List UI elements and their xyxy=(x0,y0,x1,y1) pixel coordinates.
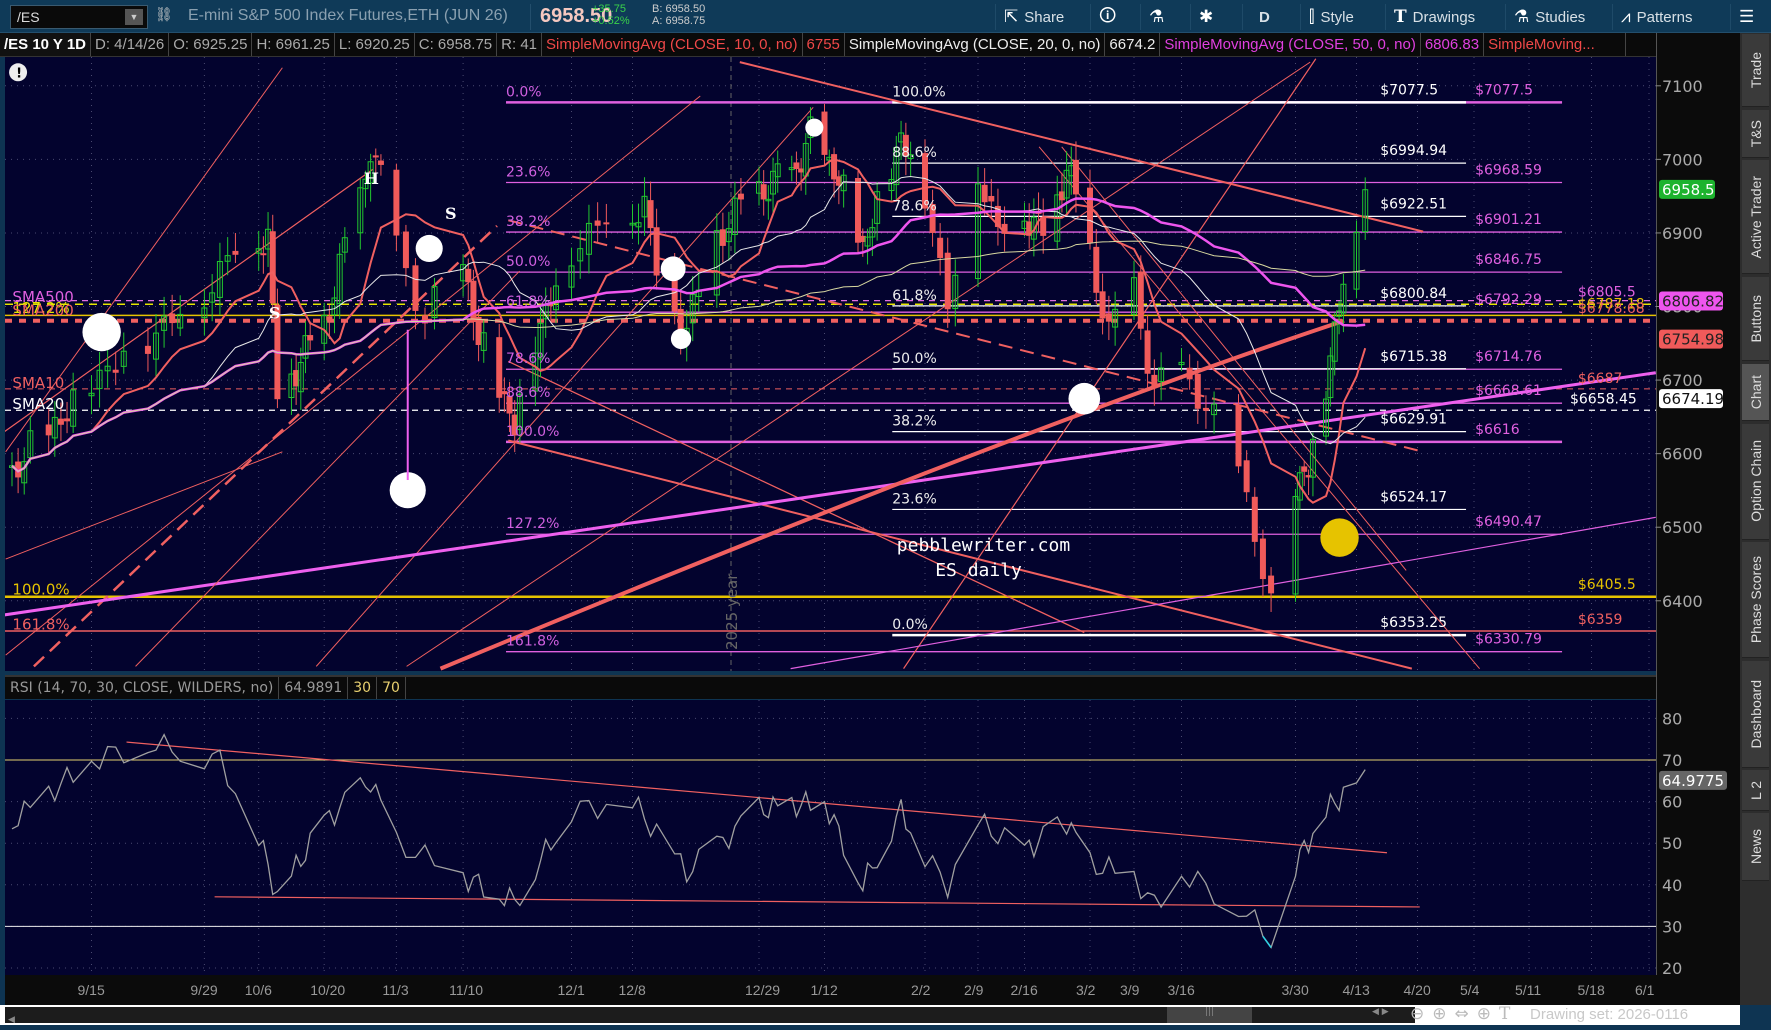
menu-button[interactable]: ☰ xyxy=(1730,4,1762,30)
settings-button[interactable]: ✱ xyxy=(1190,4,1221,30)
tab-label: Trade xyxy=(1747,52,1764,89)
sidebar-tabs: Trade T&S Active Trader Buttons Chart Option … xyxy=(1740,33,1771,1005)
info-icon: 🛈 xyxy=(1099,5,1117,25)
bid-value: B: 6958.50 xyxy=(652,3,706,15)
lab-button[interactable]: ⚗ xyxy=(1140,4,1172,30)
sidebar-tab-option-chain[interactable]: Option Chain xyxy=(1742,423,1769,540)
price-chart-pane[interactable] xyxy=(5,57,1656,671)
sma10-value: 6755 xyxy=(803,33,845,56)
gear-icon: ✱ xyxy=(1199,7,1214,26)
sidebar-tab-dashboard[interactable]: Dashboard xyxy=(1742,660,1769,769)
rsi-overbought: 70 xyxy=(377,677,406,699)
chart-info-bar: /ES 10 Y 1D D: 4/14/26 O: 6925.25 H: 696… xyxy=(0,33,1656,57)
bar-high: H: 6961.25 xyxy=(252,33,335,56)
text-icon[interactable]: T xyxy=(1499,1004,1518,1024)
change-value: +35.75 xyxy=(592,3,626,15)
link-icon[interactable]: ⛓ xyxy=(155,7,173,23)
tab-label: L 2 xyxy=(1747,780,1764,800)
candlestick-icon: ⫿ xyxy=(1309,7,1315,26)
tab-label: T&S xyxy=(1747,119,1764,147)
toolbar: /ES ▼ ⛓ E-mini S&P 500 Index Futures,ETH … xyxy=(0,0,1771,33)
bar-close: C: 6958.75 xyxy=(415,33,498,56)
drawings-label: Drawings xyxy=(1412,8,1476,26)
scroll-left-icon[interactable]: ◀ xyxy=(5,1015,15,1025)
tab-label: Chart xyxy=(1747,374,1764,410)
drawing-set-label[interactable]: Drawing set: 2026-0116 xyxy=(1530,1005,1688,1025)
sidebar-tab-trade[interactable]: Trade xyxy=(1742,33,1769,108)
bar-date: D: 4/14/26 xyxy=(91,33,170,56)
more-study-label[interactable]: SimpleMoving... xyxy=(1484,33,1627,56)
bar-range: R: 41 xyxy=(497,33,543,56)
style-button[interactable]: ⫿ Style xyxy=(1300,4,1362,30)
rsi-oversold: 30 xyxy=(348,677,378,699)
price-axis[interactable] xyxy=(1656,33,1740,975)
patterns-icon: ⩘ xyxy=(1621,7,1631,26)
ask-value: A: 6958.75 xyxy=(652,15,706,27)
scrollbar-thumb[interactable]: ||| xyxy=(1167,1007,1252,1023)
bar-open: O: 6925.25 xyxy=(169,33,253,56)
share-button[interactable]: ⇱ Share xyxy=(995,4,1072,30)
scroll-arrows-icon[interactable]: ◀ ▶ xyxy=(1372,1007,1389,1017)
sidebar-tab-buttons[interactable]: Buttons xyxy=(1742,276,1769,362)
aggregation-button[interactable]: D xyxy=(1242,4,1286,30)
tab-label: Buttons xyxy=(1747,294,1764,343)
zoom-out-icon[interactable]: ⊖ xyxy=(1410,1004,1432,1024)
text-tool-icon: T xyxy=(1394,7,1407,27)
chevron-down-icon[interactable]: ▼ xyxy=(125,9,143,25)
chart-title: /ES 10 Y 1D xyxy=(0,33,92,56)
net-change: +35.75 +0.52% xyxy=(592,3,630,27)
bid-ask: B: 6958.50 A: 6958.75 xyxy=(652,3,705,27)
bar-low: L: 6920.25 xyxy=(335,33,415,56)
sma10-study-label[interactable]: SimpleMovingAvg (CLOSE, 10, 0, no) xyxy=(542,33,803,56)
tab-label: News xyxy=(1747,829,1764,865)
pan-icon[interactable]: ⇔ xyxy=(1455,1004,1477,1024)
change-percent: +0.52% xyxy=(592,15,630,27)
rsi-study-label[interactable]: RSI (14, 70, 30, CLOSE, WILDERS, no) xyxy=(5,677,280,699)
symbol-value: /ES xyxy=(17,9,40,25)
flask-icon: ⚗ xyxy=(1149,7,1165,26)
zoom-in-icon[interactable]: ⊕ xyxy=(1432,1004,1454,1024)
crosshair-icon[interactable]: ⊕ xyxy=(1477,1004,1499,1024)
studies-button[interactable]: ⚗ Studies xyxy=(1505,4,1593,30)
flask-icon: ⚗ xyxy=(1514,7,1530,26)
tab-label: Dashboard xyxy=(1747,679,1764,749)
symbol-description: E-mini S&P 500 Index Futures,ETH (JUN 26… xyxy=(188,7,508,24)
sma20-study-label[interactable]: SimpleMovingAvg (CLOSE, 20, 0, no) xyxy=(845,33,1106,56)
style-label: Style xyxy=(1320,8,1354,26)
sidebar-tab-phase-scores[interactable]: Phase Scores xyxy=(1742,542,1769,659)
sma50-study-label[interactable]: SimpleMovingAvg (CLOSE, 50, 0, no) xyxy=(1160,33,1421,56)
share-label: Share xyxy=(1024,8,1065,26)
rsi-pane[interactable] xyxy=(5,700,1656,975)
share-icon: ⇱ xyxy=(1004,7,1019,26)
info-button[interactable]: 🛈 xyxy=(1090,4,1124,30)
sma50-value: 6806.83 xyxy=(1421,33,1485,56)
patterns-label: Patterns xyxy=(1636,8,1693,26)
menu-icon: ☰ xyxy=(1739,7,1755,26)
time-axis[interactable] xyxy=(5,975,1740,1005)
drawings-button[interactable]: T Drawings xyxy=(1385,4,1483,30)
tab-label: Phase Scores xyxy=(1747,556,1764,644)
rsi-value: 64.9891 xyxy=(279,677,349,699)
zoom-tools: ⊖⊕⇔⊕T xyxy=(1410,1004,1518,1024)
sidebar-tab-l-2[interactable]: L 2 xyxy=(1742,770,1769,811)
aggregation-label: D xyxy=(1259,8,1270,26)
sma20-value: 6674.2 xyxy=(1105,33,1161,56)
rsi-header: RSI (14, 70, 30, CLOSE, WILDERS, no) 64.… xyxy=(5,675,1656,699)
patterns-button[interactable]: ⩘ Patterns xyxy=(1612,4,1700,30)
tab-label: Option Chain xyxy=(1747,440,1764,523)
sidebar-tab-news[interactable]: News xyxy=(1742,813,1769,881)
sidebar-tab-chart[interactable]: Chart xyxy=(1742,363,1769,422)
sidebar-tab-active-trader[interactable]: Active Trader xyxy=(1742,160,1769,275)
symbol-selector[interactable]: /ES ▼ xyxy=(10,5,148,29)
tab-label: Active Trader xyxy=(1747,175,1764,259)
studies-label: Studies xyxy=(1535,8,1586,26)
sidebar-tab-t-s[interactable]: T&S xyxy=(1742,109,1769,159)
